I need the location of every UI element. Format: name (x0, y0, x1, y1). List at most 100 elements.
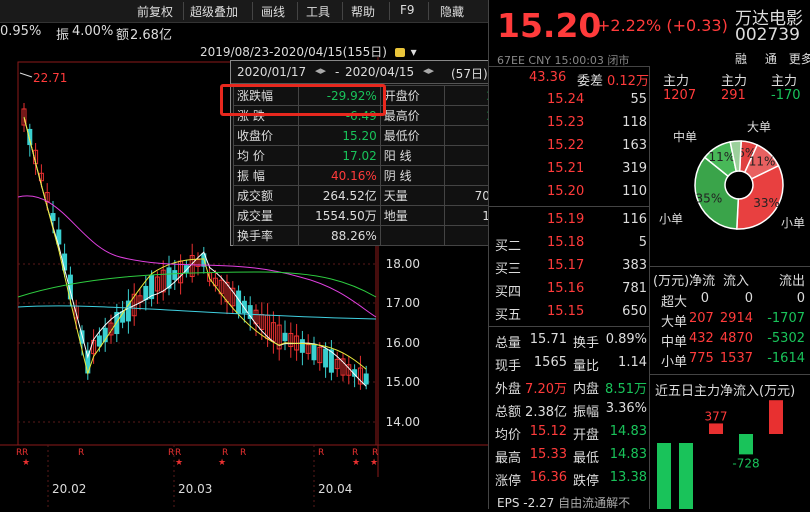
diff-value: 0.12万 (607, 74, 649, 89)
bid-label: 买二 (495, 239, 522, 254)
bid-price[interactable]: 15.16 (547, 281, 584, 296)
bid-volume: 5 (638, 235, 647, 250)
tag-more[interactable]: 更多 (789, 52, 810, 66)
popup-label: 收盘价 (233, 125, 299, 146)
x-tick-label: 20.02 (52, 482, 86, 496)
toolbar-item-help[interactable]: 帮助 (351, 3, 375, 20)
stat-value: 13.38 (609, 470, 647, 485)
star-marker: ★ (352, 458, 360, 468)
popup-header: 2020/01/17 ◂▸ - 2020/04/15 ◂▸ (57日) ✕ (231, 61, 525, 84)
popup-row: 成交额264.52亿天量70.66万 (233, 185, 525, 206)
popup-label: 换手率 (233, 225, 299, 246)
stat-label: 外盘 (495, 382, 522, 397)
star-marker: ★ (218, 458, 226, 468)
bid-price[interactable]: 15.19 (547, 212, 584, 227)
main-flow-label: 主力 (721, 74, 748, 89)
stat-label: 跌停 (573, 474, 600, 489)
stat-value: 14.83 (609, 447, 647, 462)
r-marker: R (372, 448, 378, 458)
info-amount-label: 额 (116, 28, 130, 43)
pie-label-mid: 中单 (673, 130, 698, 144)
popup-value: 40.16% (297, 165, 381, 186)
ask-price[interactable]: 15.23 (547, 115, 584, 130)
info-change: 0.95% (0, 24, 42, 39)
flow-row-in: 2914 (719, 311, 753, 326)
popup-row: 振 幅40.16%阴 线22 (233, 165, 525, 186)
info-amp-label: 振 (56, 28, 70, 43)
bid-price[interactable]: 15.15 (547, 304, 584, 319)
ask-volume: 55 (630, 92, 647, 107)
stat-value: 14.83 (609, 424, 647, 439)
popup-label: 振 幅 (233, 165, 299, 186)
stat-label: 总量 (495, 336, 522, 351)
stat-label: 换手 (573, 336, 600, 351)
popup-row: 均 价17.02阳 线35 (233, 145, 525, 166)
bid-price[interactable]: 15.18 (547, 235, 584, 250)
toolbar-item-overlay[interactable]: 超级叠加 (190, 3, 238, 20)
r-marker: R (318, 448, 324, 458)
stat-value: 2.38亿 (525, 405, 567, 420)
five-day-label: 377 (705, 409, 728, 423)
tag-margin[interactable]: 融 (735, 52, 747, 66)
pie-slice-label: 35% (696, 191, 723, 205)
popup-label: 开盘价 (379, 85, 446, 106)
date-start-arrows-icon[interactable]: ◂▸ (315, 64, 326, 77)
toolbar-item-draw[interactable]: 画线 (261, 3, 285, 20)
bid-label: 买五 (495, 308, 522, 323)
main-flow-value: 1207 (663, 88, 697, 103)
y-tick-label: 15.00 (386, 375, 420, 389)
pie-slice-label: 33% (753, 196, 780, 210)
ask-price[interactable]: 15.22 (547, 138, 584, 153)
stat-label: 内盘 (573, 382, 600, 397)
eps-tail: 自由流通解不 (558, 496, 631, 510)
flow-row-in: 1537 (719, 351, 753, 366)
bid-volume: 383 (622, 258, 647, 273)
stat-label: 均价 (495, 428, 522, 443)
stat-label: 最低 (573, 451, 600, 466)
bid-label: 买四 (495, 285, 522, 300)
highlight-box (220, 84, 386, 116)
stat-value: 3.36% (605, 401, 647, 416)
stat-value: 1.14 (618, 355, 647, 370)
popup-days: (57日) (451, 67, 488, 81)
candle (143, 285, 149, 301)
toolbar-item-tools[interactable]: 工具 (306, 3, 330, 20)
five-day-bar (769, 400, 783, 434)
ask-price[interactable]: 15.21 (547, 161, 584, 176)
r-marker: R (222, 448, 228, 458)
flow-row-label: 超大 (661, 295, 688, 310)
stat-label: 振幅 (573, 405, 600, 420)
candle (311, 343, 317, 361)
bid-price[interactable]: 15.17 (547, 258, 584, 273)
flow-row-out: -1614 (767, 351, 805, 366)
popup-label: 地量 (379, 205, 446, 226)
stat-value: 7.20万 (525, 382, 567, 397)
main-flow-value: 291 (721, 88, 746, 103)
candle (363, 373, 369, 385)
toolbar-item-f9[interactable]: F9 (400, 3, 415, 17)
date-end-arrows-icon[interactable]: ◂▸ (423, 64, 434, 77)
pie-label-small-right: 小单 (781, 216, 806, 230)
high-marker-arrow (19, 72, 33, 78)
tag-connect[interactable]: 通 (765, 52, 777, 66)
ask-volume: 110 (622, 184, 647, 199)
x-tick-label: 20.03 (178, 482, 212, 496)
toolbar-item-hide[interactable]: 隐藏 (440, 3, 464, 20)
flow-row-net: 432 (689, 331, 714, 346)
y-tick-label: 18.00 (386, 257, 420, 271)
popup-row: 收盘价15.20最低价14.00 (233, 125, 525, 146)
bid-volume: 116 (622, 212, 647, 227)
r-marker: R (22, 448, 28, 458)
lock-icon[interactable] (394, 48, 405, 57)
ask-volume: 163 (622, 138, 647, 153)
toolbar-item-adjust[interactable]: 前复权 (137, 3, 173, 20)
five-day-bar (739, 434, 753, 455)
ask-price[interactable]: 15.24 (547, 92, 584, 107)
popup-label: 成交量 (233, 205, 299, 226)
high-marker: 22.71 (33, 71, 67, 85)
ask-price[interactable]: 15.20 (547, 184, 584, 199)
flow-table-header: 流入 (723, 274, 750, 289)
flow-row-label: 小单 (661, 355, 688, 370)
five-day-label: -728 (732, 456, 759, 470)
flow-table-header: 流出 (779, 274, 806, 289)
